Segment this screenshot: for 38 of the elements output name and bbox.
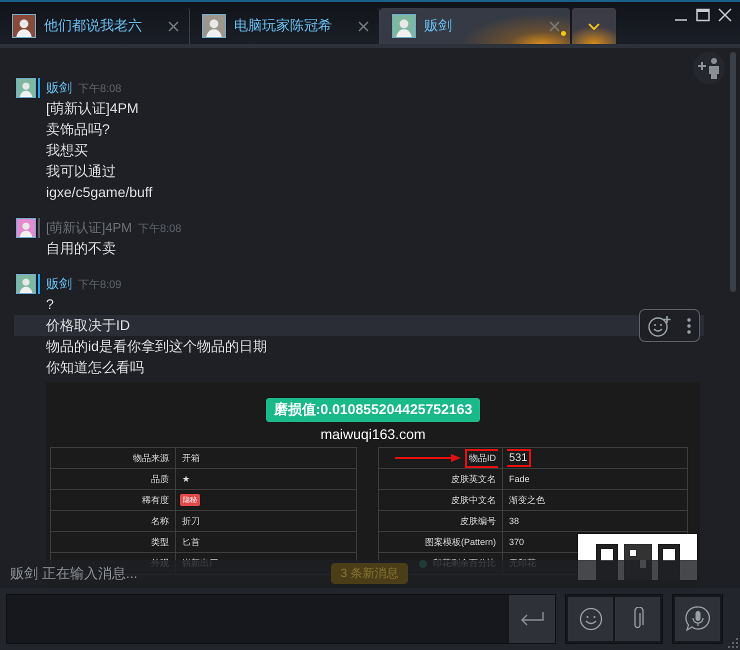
message-time: 下午8:08 <box>138 222 182 236</box>
cell-value: 38 <box>508 515 520 527</box>
cell-label: 印花剩余百分比 <box>432 557 497 570</box>
message-text: 我想买 <box>45 141 89 160</box>
message-text: [萌新认证]4PM <box>45 99 140 118</box>
cell-label: 类型 <box>150 536 170 548</box>
cell-label: 外观 <box>150 557 170 570</box>
cell-value: 折刀 <box>181 514 201 528</box>
site-name: maiwuqi163.com <box>320 426 426 442</box>
cell-value: 匕首 <box>181 536 201 548</box>
message-text: 你知道怎么看吗 <box>45 358 145 377</box>
cell-value: 渐变之色 <box>508 494 546 506</box>
cell-label: 皮肤英文名 <box>450 472 497 486</box>
message-text: 物品的id是看你拿到这个物品的日期 <box>45 337 268 356</box>
message-text: igxe/c5game/buff <box>45 183 154 202</box>
cell-value: 崭新出厂 <box>181 557 219 570</box>
message-text: 卖饰品吗? <box>45 120 111 139</box>
cell-label: 名称 <box>150 514 170 528</box>
cell-value: 531 <box>507 449 532 467</box>
cell-label: 物品ID <box>465 448 498 468</box>
message-text: ? <box>45 295 55 314</box>
cell-value: Fade <box>508 473 531 485</box>
message-time: 下午8:09 <box>78 278 122 292</box>
cell-value: ★ <box>181 473 191 485</box>
message-text: 自用的不卖 <box>45 239 117 258</box>
cell-label: 皮肤编号 <box>459 514 497 528</box>
cell-value: 开箱 <box>181 452 201 464</box>
wear-value-badge: 磨损值:0.010855204425752163 <box>266 398 480 422</box>
message-text: 我可以通过 <box>45 162 117 181</box>
message-text: 价格取决于ID <box>14 315 704 336</box>
message-time: 下午8:08 <box>78 82 122 96</box>
cell-label: 品质 <box>150 472 170 486</box>
cell-label: 图案模板(Pattern) <box>424 536 497 549</box>
cell-value: 370 <box>508 536 526 548</box>
cell-value: 无印花 <box>508 557 537 570</box>
cell-label: 稀有度 <box>141 494 170 506</box>
cell-label: 皮肤中文名 <box>450 494 497 506</box>
cell-label: 物品来源 <box>132 452 170 464</box>
